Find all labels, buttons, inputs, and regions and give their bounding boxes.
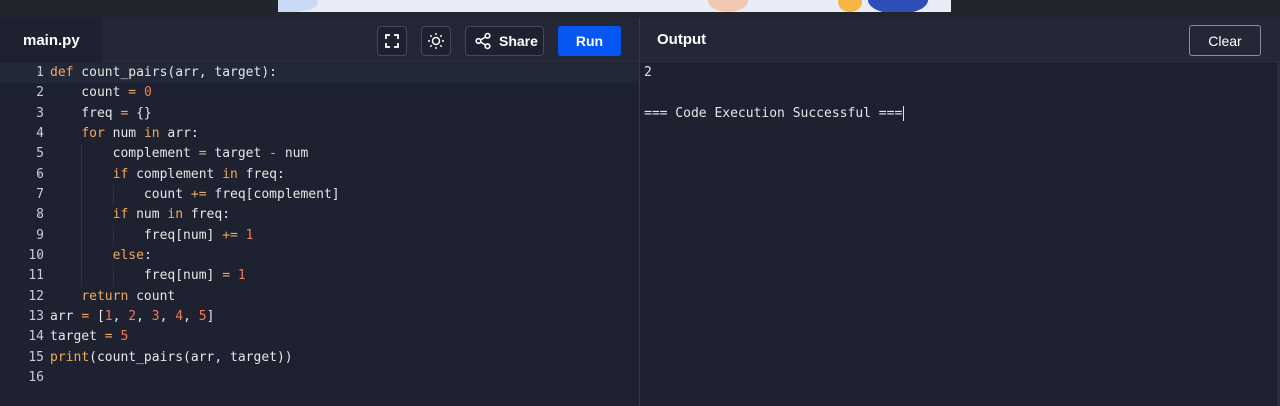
theme-toggle-button[interactable] <box>421 26 451 56</box>
code-line[interactable]: 16 <box>0 368 639 388</box>
code-text: print(count_pairs(arr, target)) <box>50 349 293 365</box>
code-text: count += freq[complement] <box>50 186 340 202</box>
code-line[interactable]: 8 ▾ if num in freq: <box>0 205 639 226</box>
code-text: return count <box>81 288 176 304</box>
code-text: def count_pairs(arr, target): <box>50 65 277 80</box>
fold-chevron-icon[interactable]: ▾ <box>37 63 45 83</box>
code-line[interactable]: 10 ▾ else: <box>0 245 639 267</box>
text-caret <box>903 105 905 121</box>
editor-pane: main.py Share Run 1 ▾ def count_pairs(arr,… <box>0 18 639 406</box>
code-line[interactable]: 9 freq[num] += 1 <box>0 225 639 246</box>
line-number: 2 <box>36 85 44 101</box>
code-text: freq = {} <box>50 105 152 121</box>
sun-icon <box>428 33 444 49</box>
code-line[interactable]: 3 freq = {} <box>0 104 639 124</box>
code-line[interactable]: 1 ▾ def count_pairs(arr, target): <box>0 63 639 84</box>
code-line[interactable]: 14 target = 5 <box>0 327 639 347</box>
code-text: count = 0 <box>50 85 152 101</box>
output-pane: Output Clear 2 === Code Execution Success… <box>640 18 1280 406</box>
code-text: freq[num] += 1 <box>50 227 254 243</box>
output-line: 2 <box>644 65 652 80</box>
code-line[interactable]: 2 count = 0 <box>0 83 639 103</box>
code-text: else: <box>112 247 152 263</box>
ad-banner[interactable] <box>278 0 951 12</box>
code-text: if complement in freq: <box>112 166 285 182</box>
fullscreen-button[interactable] <box>377 26 407 56</box>
line-number: 11 <box>28 268 44 284</box>
fold-chevron-icon[interactable]: ▾ <box>37 205 45 225</box>
fold-chevron-icon[interactable]: ▾ <box>37 165 45 185</box>
fold-chevron-icon[interactable]: ▾ <box>37 124 45 144</box>
line-number: 12 <box>28 288 44 304</box>
line-number: 14 <box>28 329 44 345</box>
line-number: 5 <box>36 146 44 162</box>
code-editor[interactable]: 1 ▾ def count_pairs(arr, target): 2 count =… <box>0 63 639 406</box>
top-strip <box>0 0 1280 18</box>
code-text: arr = [1, 2, 3, 4, 5] <box>50 308 215 324</box>
code-line[interactable]: 6 ▾ if complement in freq: <box>0 164 639 185</box>
output-title: Output <box>657 31 707 48</box>
line-number: 3 <box>36 105 44 121</box>
code-line[interactable]: 4 ▾ for num in arr: <box>0 124 639 144</box>
line-number: 15 <box>28 349 44 365</box>
code-text: complement = target - num <box>50 146 309 162</box>
editor-toolbar: main.py Share Run <box>0 18 639 62</box>
code-text: if num in freq: <box>112 207 231 223</box>
file-tab[interactable]: main.py <box>0 18 102 62</box>
code-text: target = 5 <box>50 329 129 345</box>
share-label: Share <box>499 33 538 49</box>
code-text: freq[num] = 1 <box>50 268 246 284</box>
share-icon <box>475 32 491 50</box>
line-number: 16 <box>28 369 44 385</box>
code-line[interactable]: 11 freq[num] = 1 <box>0 266 639 287</box>
code-line[interactable]: 13 arr = [1, 2, 3, 4, 5] <box>0 307 639 327</box>
output-line: === Code Execution Successful === <box>644 105 905 121</box>
line-number: 9 <box>36 227 44 243</box>
output-console: 2 === Code Execution Successful === <box>644 63 1264 124</box>
share-button[interactable]: Share <box>465 26 544 56</box>
code-line[interactable]: 15 print(count_pairs(arr, target)) <box>0 348 639 368</box>
expand-icon <box>385 34 399 48</box>
output-toolbar: Output Clear <box>640 18 1280 62</box>
code-line[interactable]: 5 complement = target - num <box>0 144 639 165</box>
clear-button[interactable]: Clear <box>1189 25 1261 56</box>
code-line[interactable]: 12 return count <box>0 287 639 307</box>
line-number: 7 <box>36 186 44 202</box>
fold-chevron-icon[interactable]: ▾ <box>37 246 45 266</box>
code-text: for num in arr: <box>81 125 199 141</box>
code-line[interactable]: 7 count += freq[complement] <box>0 184 639 206</box>
line-number: 13 <box>28 308 44 324</box>
run-button[interactable]: Run <box>558 26 621 56</box>
